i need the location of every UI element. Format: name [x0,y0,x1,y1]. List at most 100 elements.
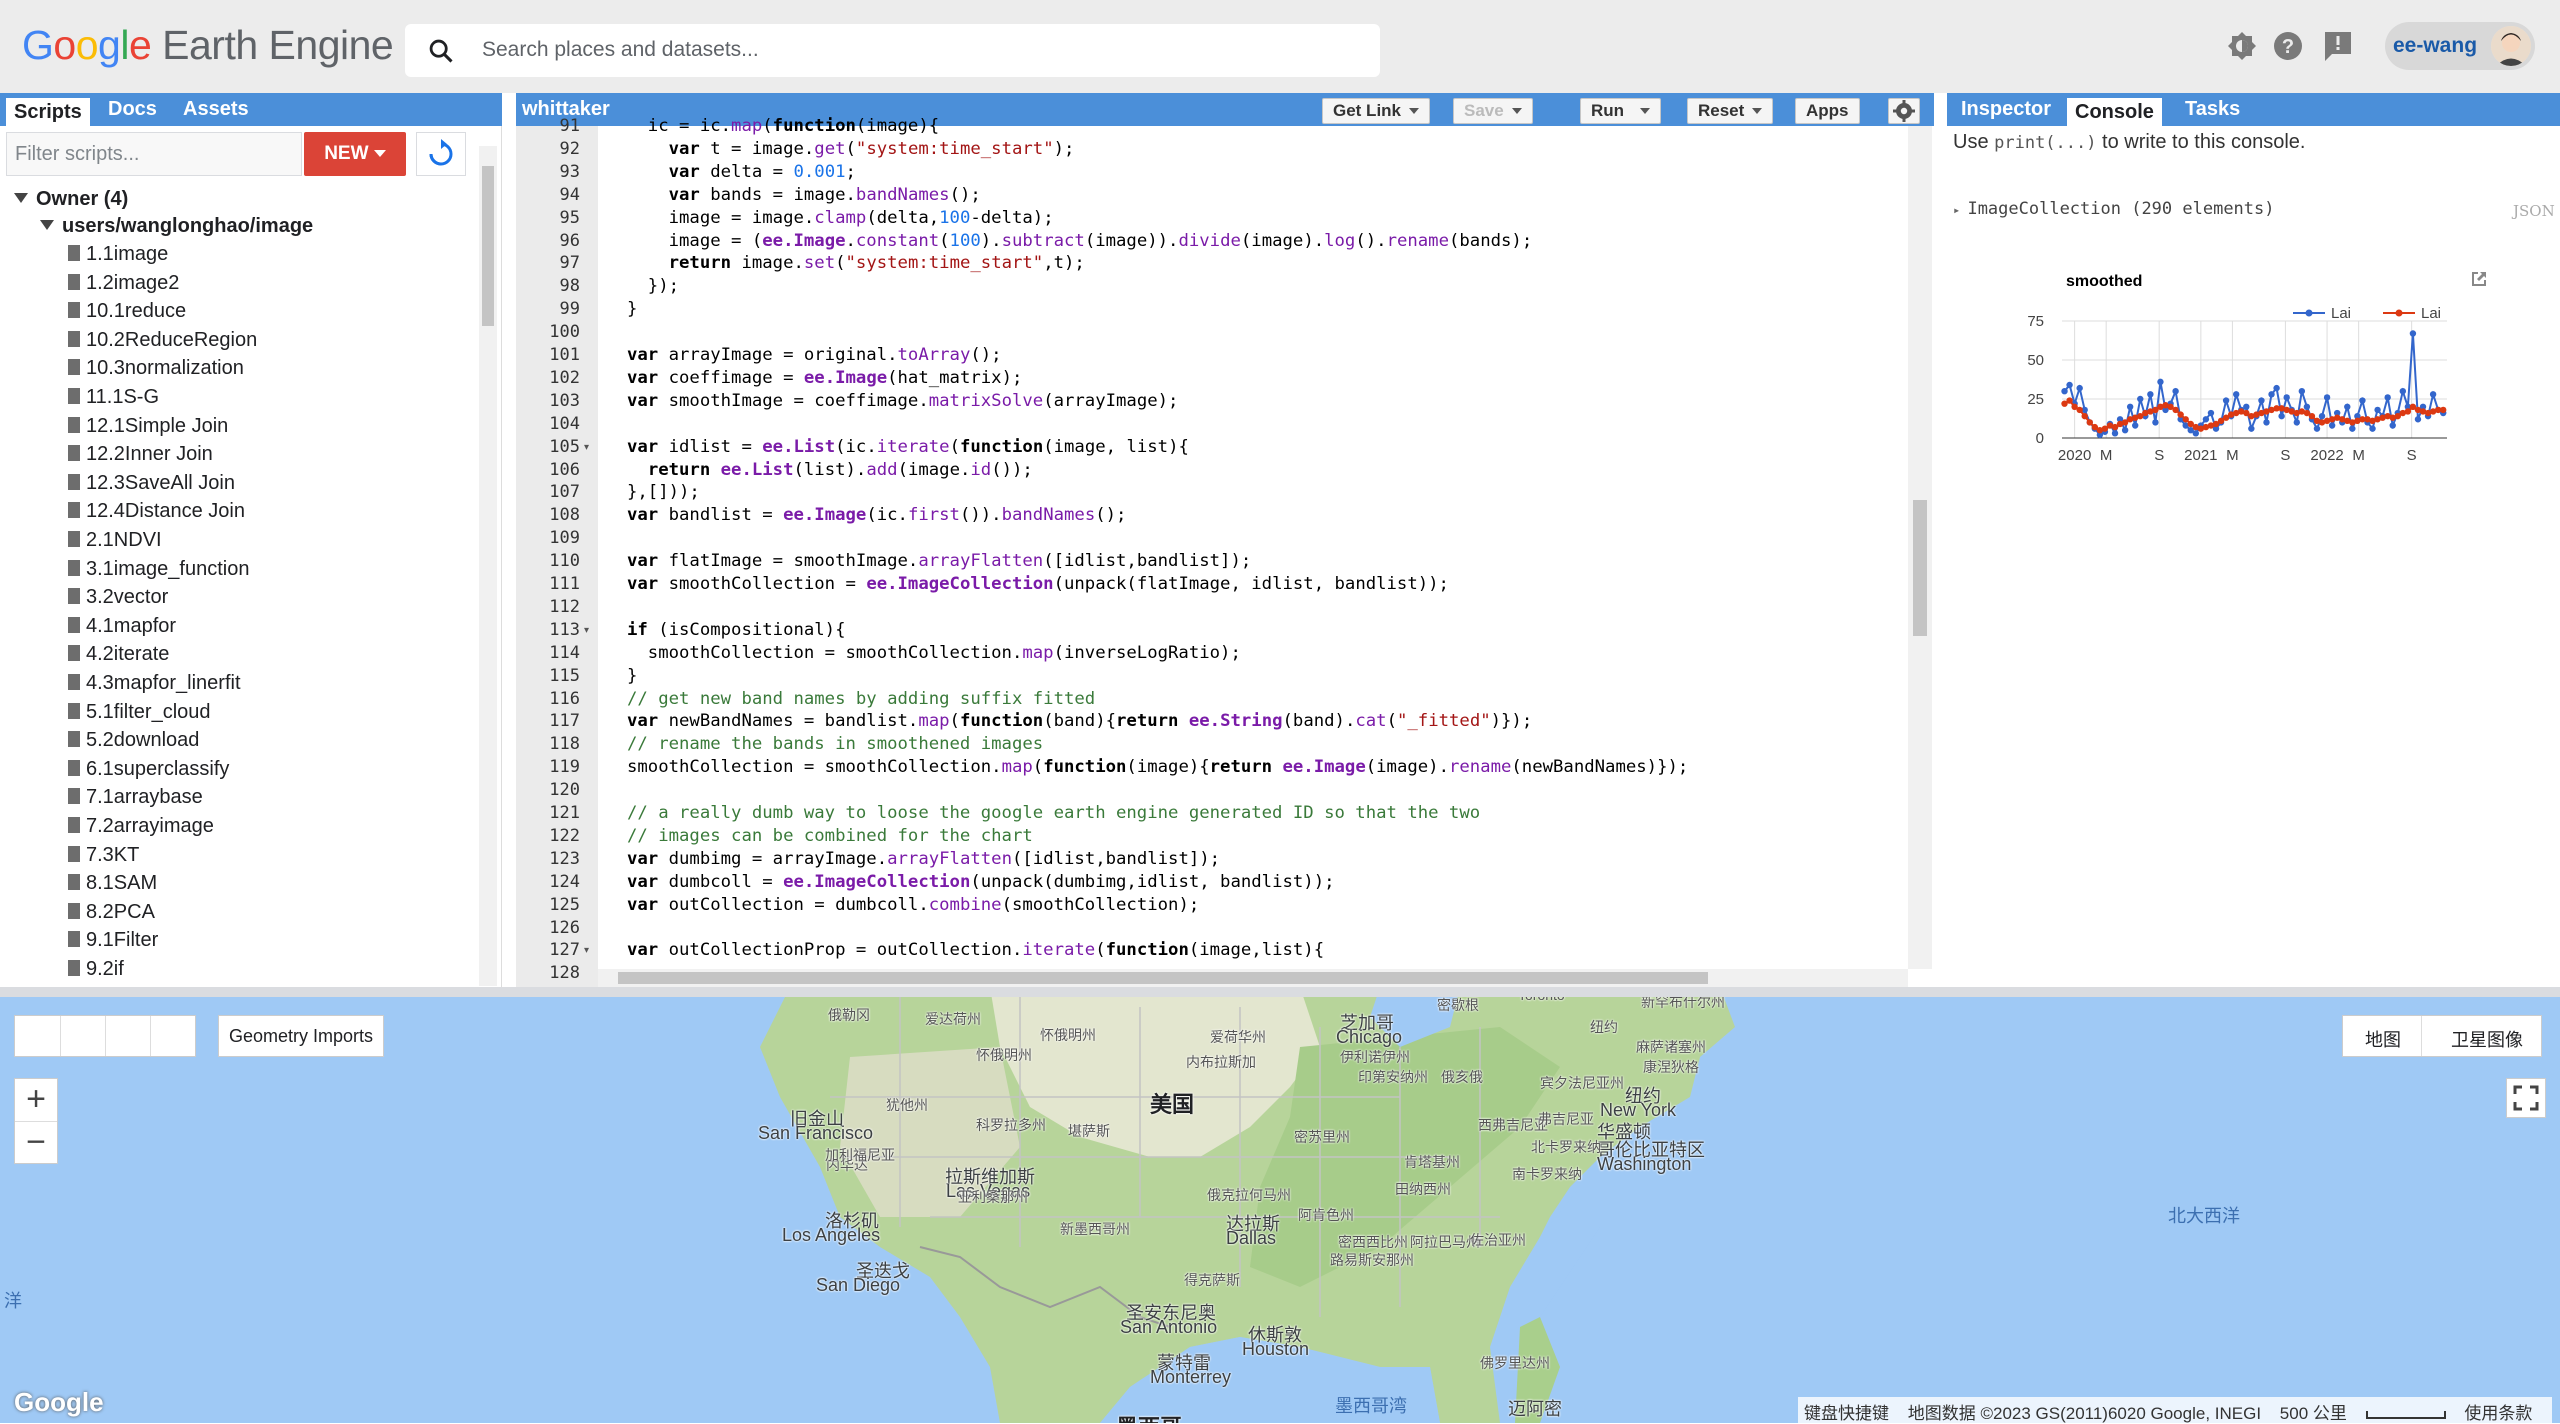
drawing-tools[interactable] [14,1015,196,1057]
code-line[interactable]: // get new band names by adding suffix f… [627,689,1095,709]
script-item[interactable]: 10.2ReduceRegion [68,329,257,357]
code-line[interactable]: // images can be combined for the chart [627,826,1033,846]
reset-button[interactable]: Reset [1687,98,1774,124]
keyboard-shortcuts-link[interactable]: 键盘快捷键 [1804,1404,1889,1423]
theme-icon[interactable] [2222,24,2262,68]
tab-scripts[interactable]: Scripts [6,98,90,126]
code-line[interactable]: } [627,666,637,686]
fullscreen-button[interactable] [2506,1078,2546,1118]
code-line[interactable]: var delta = 0.001; [627,162,856,182]
script-item[interactable]: 1.2image2 [68,272,179,300]
script-item[interactable]: 4.2iterate [68,643,169,671]
code-line[interactable]: image = (ee.Image.constant(100).subtract… [627,231,1533,251]
tab-assets[interactable]: Assets [183,98,249,121]
tab-inspector[interactable]: Inspector [1961,98,2051,121]
user-account-chip[interactable]: ee-wang [2385,22,2535,70]
code-line[interactable]: } [627,299,637,319]
tab-docs[interactable]: Docs [108,98,157,121]
script-item[interactable]: 6.1superclassify [68,758,229,786]
fold-icon[interactable]: ▾ [584,625,589,636]
code-line[interactable]: var idlist = ee.List(ic.iterate(function… [627,437,1189,457]
refresh-button[interactable] [416,132,466,176]
script-item[interactable]: 1.1image [68,243,168,271]
code-line[interactable]: var smoothImage = coeffimage.matrixSolve… [627,391,1178,411]
script-item[interactable]: 9.2if [68,958,124,986]
script-item[interactable]: 5.2download [68,729,199,757]
code-line[interactable]: var smoothCollection = ee.ImageCollectio… [627,574,1449,594]
geometry-imports-button[interactable]: Geometry Imports [218,1015,384,1057]
settings-button[interactable] [1888,98,1920,124]
run-button[interactable]: Run [1580,98,1662,124]
zoom-out-button[interactable]: − [15,1121,57,1163]
save-button[interactable]: Save [1453,98,1533,124]
map-type-satellite[interactable]: 卫星图像 [2451,1026,2523,1052]
code-editor[interactable]: 91 92 93 94 95 96 97 98 99 100 101 102 103 104 105 ▾ 106… [516,116,1934,987]
code-line[interactable]: var bandlist = ee.Image(ic.first()).band… [627,505,1126,525]
fold-icon[interactable]: ▾ [584,945,589,956]
avatar[interactable] [2491,26,2531,66]
code-line[interactable]: return image.set("system:time_start",t); [627,253,1085,273]
code-line[interactable]: if (isCompositional){ [627,620,846,640]
code-line[interactable]: ic = ic.map(function(image){ [627,116,939,136]
script-item[interactable]: 8.1SAM [68,872,157,900]
help-icon[interactable]: ? [2268,24,2308,68]
script-item[interactable]: 7.2arrayimage [68,815,214,843]
scrollbar-thumb[interactable] [482,166,494,326]
search-input[interactable] [480,34,1340,66]
script-item[interactable]: 3.2vector [68,586,168,614]
feedback-icon[interactable] [2318,24,2358,68]
script-item[interactable]: 4.1mapfor [68,615,176,643]
chevron-down-icon[interactable] [1640,108,1651,114]
code-line[interactable]: var outCollection = dumbcoll.combine(smo… [627,895,1199,915]
scrollbar-thumb[interactable] [1913,500,1927,636]
get-link-button[interactable]: Get Link [1322,98,1431,124]
zoom-in-button[interactable]: + [15,1079,57,1121]
script-item[interactable]: 7.3KT [68,844,139,872]
code-line[interactable]: var flatImage = smoothImage.arrayFlatten… [627,551,1251,571]
script-item[interactable]: 12.3SaveAll Join [68,472,235,500]
expand-icon[interactable] [14,193,28,203]
code-line[interactable]: smoothCollection = smoothCollection.map(… [627,757,1688,777]
code-line[interactable]: image = image.clamp(delta,100-delta); [627,208,1054,228]
terms-link[interactable]: 使用条款 [2464,1404,2532,1423]
code-line[interactable]: // a really dumb way to loose the google… [627,803,1480,823]
script-item[interactable]: 2.1NDVI [68,529,162,557]
script-item[interactable]: 12.2Inner Join [68,443,213,471]
script-item[interactable]: 7.1arraybase [68,786,203,814]
code-line[interactable]: var coeffimage = ee.Image(hat_matrix); [627,368,1022,388]
repo-node[interactable]: users/wanglonghao/image [40,215,313,238]
owner-node[interactable]: Owner (4) [14,188,128,211]
code-line[interactable]: return ee.List(list).add(image.id()); [627,460,1033,480]
script-item[interactable]: 10.3normalization [68,357,244,385]
code-line[interactable]: }); [627,276,679,296]
script-item[interactable]: 9.1Filter [68,929,158,957]
editor-vertical-scrollbar[interactable] [1908,126,1932,969]
script-item[interactable]: 10.1reduce [68,300,186,328]
script-item[interactable]: 11.1S-G [68,386,159,414]
tab-tasks[interactable]: Tasks [2185,98,2240,121]
tab-console[interactable]: Console [2067,98,2162,126]
code-line[interactable]: var arrayImage = original.toArray(); [627,345,1002,365]
code-line[interactable]: var dumbimg = arrayImage.arrayFlatten([i… [627,849,1220,869]
script-item[interactable]: 3.1image_function [68,558,249,586]
code-line[interactable]: // rename the bands in smoothened images [627,734,1043,754]
code-line[interactable]: var outCollectionProp = outCollection.it… [627,940,1324,960]
script-item[interactable]: 12.1Simple Join [68,415,228,443]
code-line[interactable]: var bands = image.bandNames(); [627,185,981,205]
script-item[interactable]: 8.2PCA [68,901,155,929]
script-item[interactable]: 4.3mapfor_linerfit [68,672,241,700]
scripts-scrollbar[interactable] [479,146,497,986]
earth-engine-logo[interactable]: Google Earth Engine [22,22,394,69]
console-output-imagecollection[interactable]: ▸ ImageCollection (290 elements) [1953,199,2275,219]
code-line[interactable]: smoothCollection = smoothCollection.map(… [627,643,1241,663]
chevron-down-icon[interactable] [1409,108,1420,114]
apps-button[interactable]: Apps [1795,98,1860,124]
map-canvas[interactable]: 美国 旧金山 San Francisco 拉斯维加斯 Las Vegas 洛杉矶 Los A… [0,987,2560,1423]
fold-icon[interactable]: ▾ [584,442,589,453]
script-item[interactable]: 5.1filter_cloud [68,701,211,729]
editor-horizontal-scrollbar[interactable] [598,969,1908,987]
code-line[interactable]: var newBandNames = bandlist.map(function… [627,711,1532,731]
code-line[interactable]: },[])); [627,482,700,502]
chevron-down-icon[interactable] [1511,108,1522,114]
map-type-map[interactable]: 地图 [2365,1026,2401,1052]
